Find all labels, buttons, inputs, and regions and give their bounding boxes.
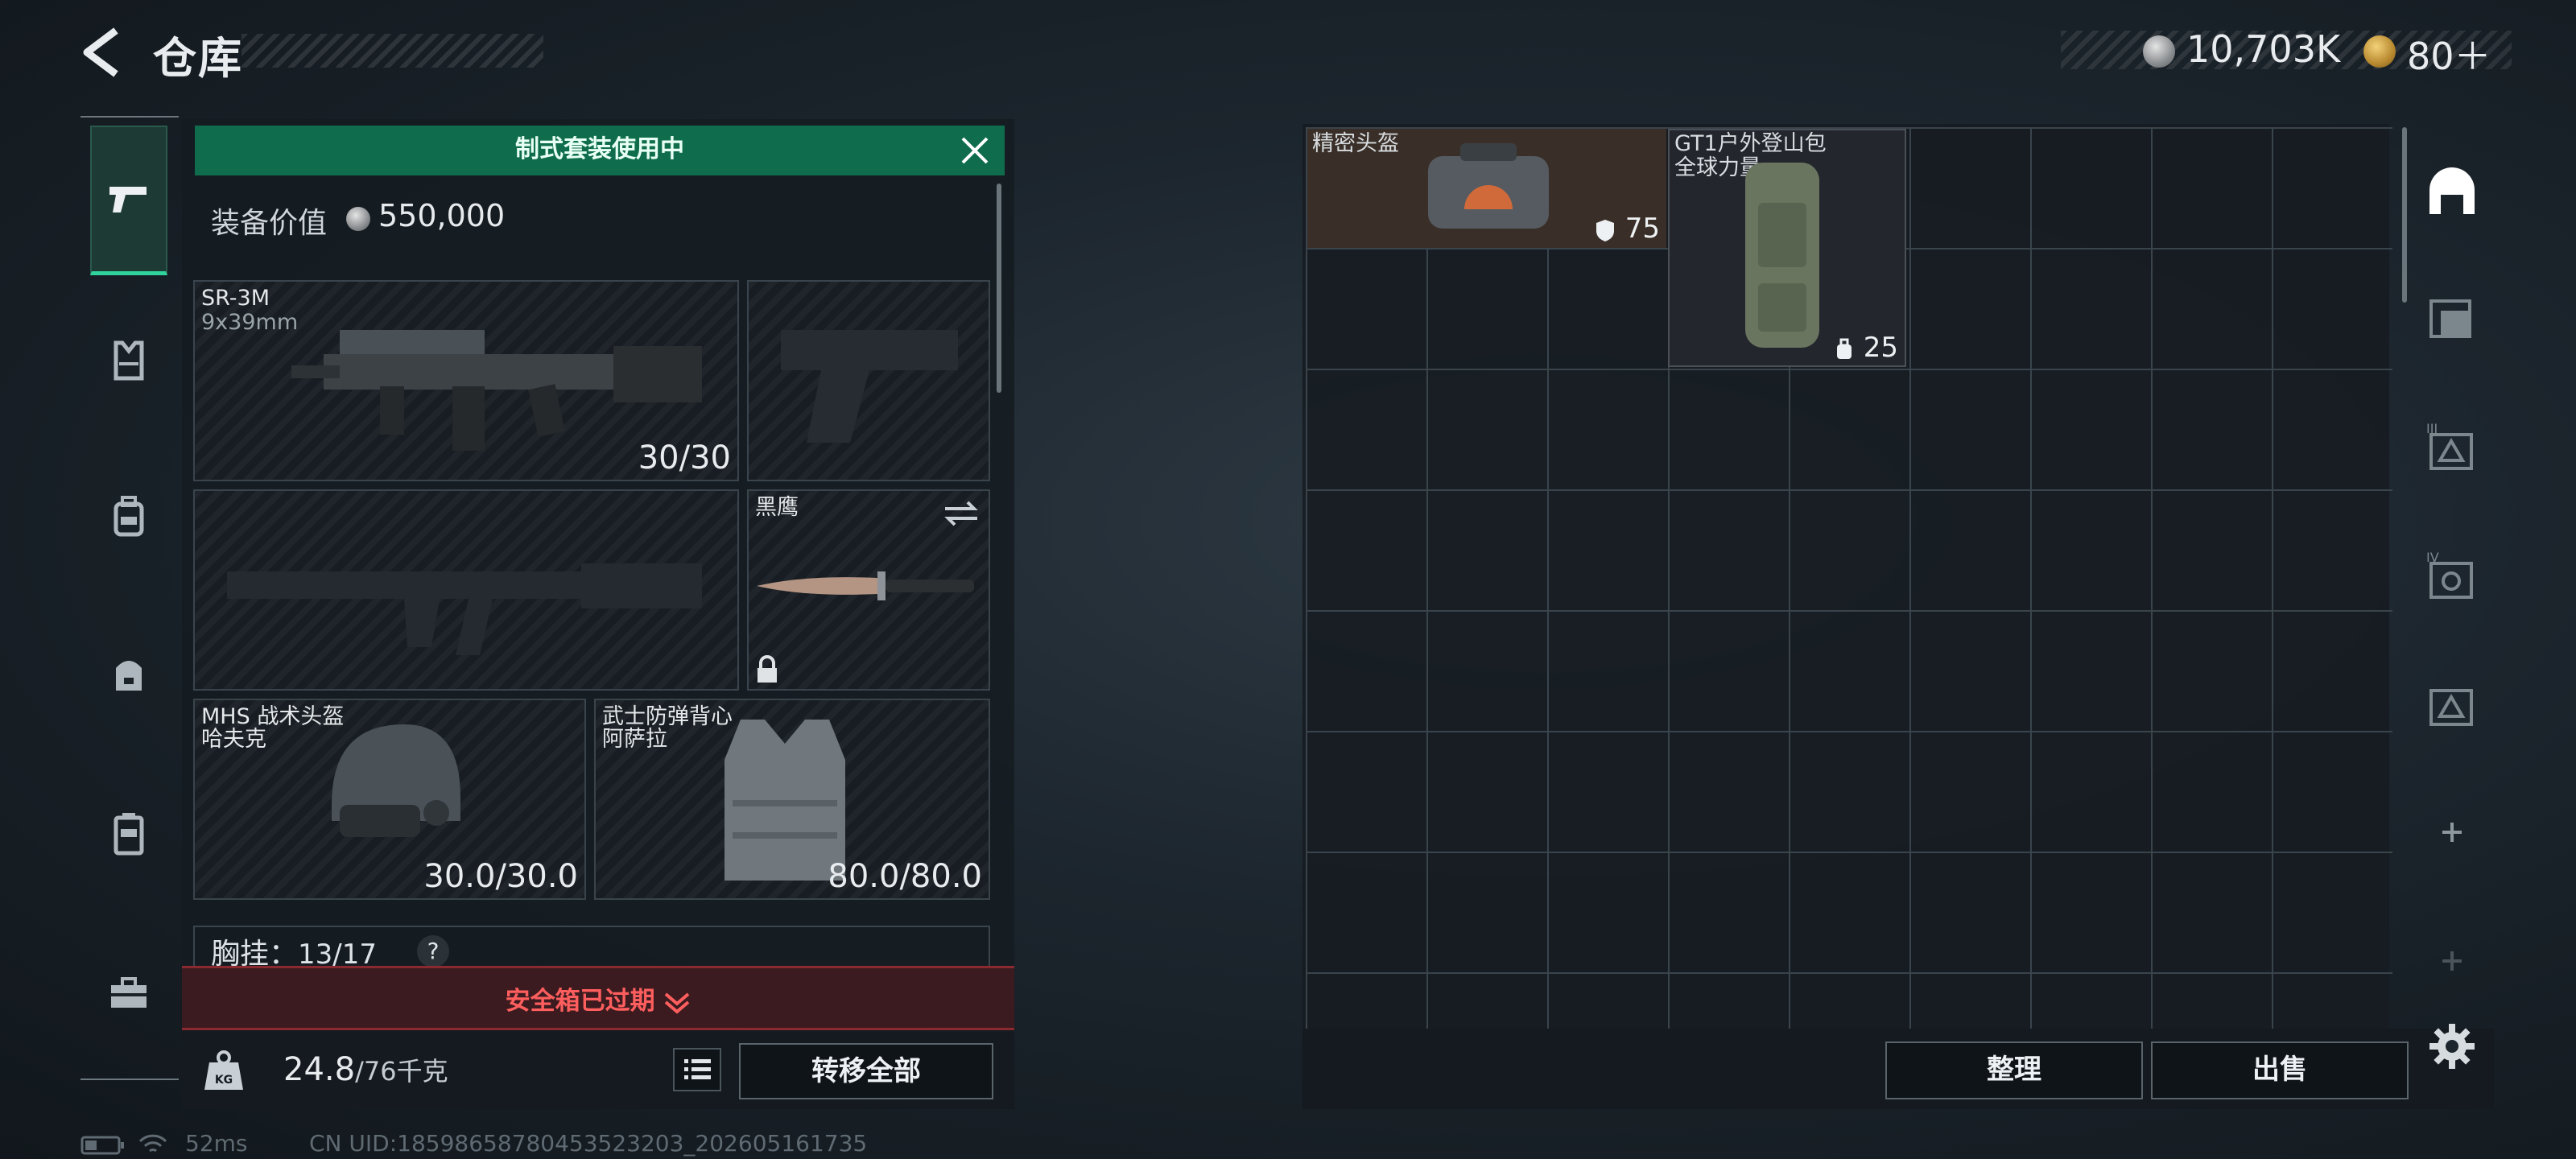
item-value: 25 [1834, 332, 1898, 364]
silver-currency-value: 10,703K [2186, 27, 2341, 71]
battery-icon [80, 1136, 124, 1155]
item-name: GT1户外登山包 [1674, 131, 1827, 156]
helmet-durability: 30.0/30.0 [423, 858, 578, 895]
equip-value: 550,000 [378, 198, 506, 233]
wifi-icon [138, 1134, 167, 1153]
backpack-icon[interactable] [105, 493, 153, 541]
help-icon[interactable]: ? [417, 935, 449, 967]
armor-name: 武士防弹背心 [602, 704, 733, 729]
backpack-small-icon [1836, 338, 1852, 359]
weight-value: 24.8/76千克 [283, 1051, 448, 1088]
helmet-brand: 哈夫克 [201, 727, 266, 752]
stash-tab-5-icon[interactable] [2425, 676, 2479, 731]
melee-name: 黑鹰 [755, 495, 799, 520]
equip-value-label: 装备价值 [211, 207, 328, 240]
backpack-item-icon [1745, 163, 1819, 348]
title-decoration [242, 34, 543, 68]
sort-button[interactable]: 整理 [1885, 1041, 2143, 1099]
stash-item-helmet[interactable]: 精密头盔 75 [1307, 129, 1666, 248]
chevron-down-icon [665, 992, 690, 1014]
nav-divider-bottom [80, 1079, 179, 1080]
nav-divider-top [80, 116, 179, 118]
stash-tab-2-icon[interactable] [2425, 290, 2479, 344]
pistol-slot[interactable] [747, 280, 990, 481]
page-title: 仓库 [153, 33, 243, 84]
swap-icon[interactable] [942, 499, 980, 528]
stash-item-backpack[interactable]: GT1户外登山包 全球力量 25 [1668, 129, 1906, 367]
silver-coin-icon [2143, 35, 2175, 68]
weapon-ammo-type: 9x39mm [201, 310, 299, 335]
main-stash-tab-icon[interactable] [2425, 164, 2479, 219]
helmet-icon [332, 724, 460, 837]
gold-currency-value[interactable]: 80＋ [2407, 27, 2491, 80]
weight-icon: KG [204, 1050, 243, 1090]
item-name: 精密头盔 [1312, 131, 1399, 156]
item-value: 75 [1594, 212, 1660, 245]
loadout-banner-text: 制式套装使用中 [515, 135, 684, 163]
weapon-name: SR-3M [201, 286, 270, 311]
knife-icon [757, 571, 974, 600]
gear-icon[interactable] [2428, 1022, 2476, 1070]
svg-text:KG: KG [215, 1074, 233, 1087]
add-tab-icon[interactable] [2425, 805, 2479, 860]
bag-icon[interactable] [105, 650, 153, 699]
lock-icon [758, 655, 777, 683]
pistol-placeholder-icon [781, 330, 958, 443]
back-arrow-icon[interactable] [77, 24, 126, 80]
armor-brand: 阿萨拉 [602, 727, 667, 752]
sell-button[interactable]: 出售 [2151, 1041, 2409, 1099]
close-icon[interactable] [958, 134, 992, 167]
rifle-placeholder-icon [227, 563, 702, 655]
transfer-all-button[interactable]: 转移全部 [739, 1043, 993, 1099]
vest-icon[interactable] [105, 336, 153, 385]
secondary-weapon-slot[interactable] [193, 489, 739, 691]
shield-icon [1596, 219, 1614, 241]
armor-slot[interactable]: 武士防弹背心 阿萨拉 80.0/80.0 [594, 699, 990, 900]
list-view-button[interactable] [673, 1048, 721, 1091]
silver-coin-icon [346, 207, 370, 231]
add-tab-disabled-icon [2442, 951, 2462, 971]
armor-durability: 80.0/80.0 [828, 858, 982, 895]
stash-tab-III-icon[interactable]: III [2425, 420, 2479, 475]
ping-text: 52ms [185, 1130, 248, 1157]
weapon-ammo: 30/30 [638, 439, 731, 476]
rifle-icon [291, 330, 702, 451]
stash-tab-IV-icon[interactable]: IV [2425, 549, 2479, 604]
gold-coin-icon [2363, 35, 2396, 68]
helmet-case-icon [1428, 143, 1549, 229]
loadout-scrollbar[interactable] [997, 184, 1001, 393]
case-icon[interactable] [105, 810, 153, 858]
safe-box-status[interactable]: 安全箱已过期 [182, 980, 1014, 1017]
toolbox-icon[interactable] [105, 969, 153, 1017]
primary-weapon-slot[interactable]: SR-3M 9x39mm 30/30 [193, 280, 739, 481]
melee-slot[interactable]: 黑鹰 [747, 489, 990, 691]
pistol-icon[interactable] [105, 175, 153, 224]
list-icon [684, 1059, 711, 1079]
helmet-slot[interactable]: MHS 战术头盔 哈夫克 30.0/30.0 [193, 699, 586, 900]
stash-scrollbar[interactable] [2402, 127, 2407, 303]
uid-text: CN UID:18598658780453523203_202605161735 [309, 1130, 868, 1157]
